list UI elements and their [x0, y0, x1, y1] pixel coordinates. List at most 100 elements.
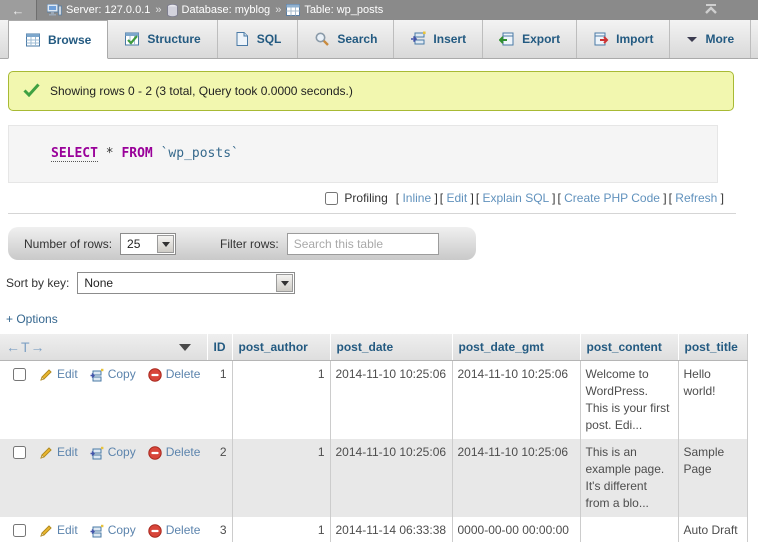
edit-link[interactable]: Edit [39, 444, 78, 461]
breadcrumb: Server: 127.0.0.1 » Database: myblog » T… [47, 4, 383, 17]
cell-post-date-gmt: 2014-11-10 10:25:06 [452, 361, 580, 440]
row-checkbox[interactable] [13, 524, 26, 537]
table-icon [286, 4, 300, 16]
export-icon [499, 31, 515, 47]
delete-link[interactable]: Delete [148, 444, 201, 461]
delete-icon [148, 524, 162, 538]
tab-sql-label: SQL [257, 32, 282, 46]
sort-dropdown-icon[interactable] [179, 344, 191, 351]
tab-structure-label: Structure [147, 32, 200, 46]
import-icon [593, 31, 609, 47]
tab-export-label: Export [522, 32, 560, 46]
breadcrumb-database[interactable]: Database: myblog [167, 4, 271, 17]
tab-export[interactable]: Export [483, 20, 577, 58]
breadcrumb-table[interactable]: Table: wp_posts [286, 4, 383, 16]
explain-sql-link[interactable]: Explain SQL [476, 191, 556, 205]
row-actions-cell: Edit Copy Delete [0, 439, 207, 517]
delete-link[interactable]: Delete [148, 366, 201, 383]
filter-rows-input[interactable] [287, 233, 439, 255]
cell-post-author: 1 [232, 361, 330, 440]
column-header-post-date[interactable]: post_date [330, 334, 452, 361]
tab-browse[interactable]: Browse [8, 20, 108, 59]
tab-structure[interactable]: Structure [108, 20, 217, 58]
create-php-code-link[interactable]: Create PHP Code [557, 191, 666, 205]
tab-bar: Browse Structure SQL Search Insert Expor… [0, 20, 758, 59]
back-arrow-icon: ← [12, 3, 25, 18]
copy-icon [90, 524, 104, 538]
sql-table-name: `wp_posts` [161, 146, 239, 161]
sql-keyword-from: FROM [121, 146, 152, 161]
header-actions-cell: ←T→ [0, 334, 207, 361]
pencil-icon [39, 524, 53, 538]
inline-link[interactable]: Inline [396, 191, 438, 205]
sql-icon [234, 31, 250, 47]
row-checkbox[interactable] [13, 446, 26, 459]
cell-post-content: Welcome to WordPress. This is your first… [580, 361, 678, 440]
cell-post-title: Auto Draft [678, 517, 747, 542]
sort-by-key-label: Sort by key: [6, 276, 69, 290]
edit-link[interactable]: Edit [39, 366, 78, 383]
edit-query-link[interactable]: Edit [440, 191, 474, 205]
insert-icon [410, 31, 426, 47]
cell-post-date: 2014-11-14 06:33:38 [330, 517, 452, 542]
query-section: SELECT * FROM `wp_posts` Profiling Inlin… [8, 125, 736, 214]
tab-insert[interactable]: Insert [394, 20, 483, 58]
number-of-rows-select[interactable]: 25 [120, 233, 176, 255]
tab-more-label: More [705, 32, 734, 46]
tab-search[interactable]: Search [298, 20, 394, 58]
options-toggle-link[interactable]: + Options [6, 312, 58, 326]
table-row: Edit Copy Delete 3 1 2014-11-14 06:33:38… [0, 517, 747, 542]
breadcrumb-table-label: Table: wp_posts [304, 4, 383, 16]
tab-import-label: Import [616, 32, 653, 46]
copy-link[interactable]: Copy [90, 522, 136, 539]
copy-link[interactable]: Copy [90, 444, 136, 461]
structure-icon [124, 31, 140, 47]
column-header-id[interactable]: ID [207, 334, 232, 361]
query-options-row: Profiling Inline Edit Explain SQL Create… [8, 183, 736, 213]
column-header-post-date-gmt[interactable]: post_date_gmt [452, 334, 580, 361]
search-icon [314, 31, 330, 47]
tab-browse-label: Browse [48, 33, 91, 47]
delete-icon [148, 446, 162, 460]
filter-rows-label: Filter rows: [220, 237, 279, 251]
sql-keyword-select[interactable]: SELECT [51, 146, 98, 162]
profiling-checkbox[interactable] [325, 192, 338, 205]
tab-more[interactable]: More [670, 20, 751, 58]
copy-icon [90, 368, 104, 382]
cell-id: 1 [207, 361, 232, 440]
cell-id: 3 [207, 517, 232, 542]
edit-link[interactable]: Edit [39, 522, 78, 539]
results-header-row: ←T→ ID post_author post_date post_date_g… [0, 334, 747, 361]
delete-link[interactable]: Delete [148, 522, 201, 539]
cell-post-date-gmt: 0000-00-00 00:00:00 [452, 517, 580, 542]
cell-post-date-gmt: 2014-11-10 10:25:06 [452, 439, 580, 517]
breadcrumb-separator: » [275, 4, 281, 16]
status-message-text: Showing rows 0 - 2 (3 total, Query took … [50, 84, 353, 98]
copy-link[interactable]: Copy [90, 366, 136, 383]
column-header-post-author[interactable]: post_author [232, 334, 330, 361]
number-of-rows-select-wrap: 25 [120, 233, 176, 255]
tab-import[interactable]: Import [577, 20, 670, 58]
collapse-panel-icon[interactable] [704, 3, 718, 19]
tab-sql[interactable]: SQL [218, 20, 299, 58]
back-button[interactable]: ← [0, 0, 37, 20]
cell-post-date: 2014-11-10 10:25:06 [330, 361, 452, 440]
cell-post-author: 1 [232, 439, 330, 517]
cell-post-content [580, 517, 678, 542]
cell-post-content: This is an example page. It's different … [580, 439, 678, 517]
rows-control-bar: Number of rows: 25 Filter rows: [8, 227, 476, 260]
copy-icon [90, 446, 104, 460]
row-actions-cell: Edit Copy Delete [0, 517, 207, 542]
cell-post-title: Hello world! [678, 361, 747, 440]
success-check-icon [23, 83, 40, 100]
sql-query-display: SELECT * FROM `wp_posts` [8, 125, 718, 183]
column-header-post-title[interactable]: post_title [678, 334, 747, 361]
sort-by-key-select[interactable]: None [77, 272, 295, 294]
column-header-post-content[interactable]: post_content [580, 334, 678, 361]
breadcrumb-separator: » [155, 4, 161, 16]
refresh-link[interactable]: Refresh [669, 191, 724, 205]
transpose-control[interactable]: ←T→ [6, 339, 46, 355]
breadcrumb-server[interactable]: Server: 127.0.0.1 [47, 4, 150, 17]
tab-insert-label: Insert [433, 32, 466, 46]
row-checkbox[interactable] [13, 368, 26, 381]
